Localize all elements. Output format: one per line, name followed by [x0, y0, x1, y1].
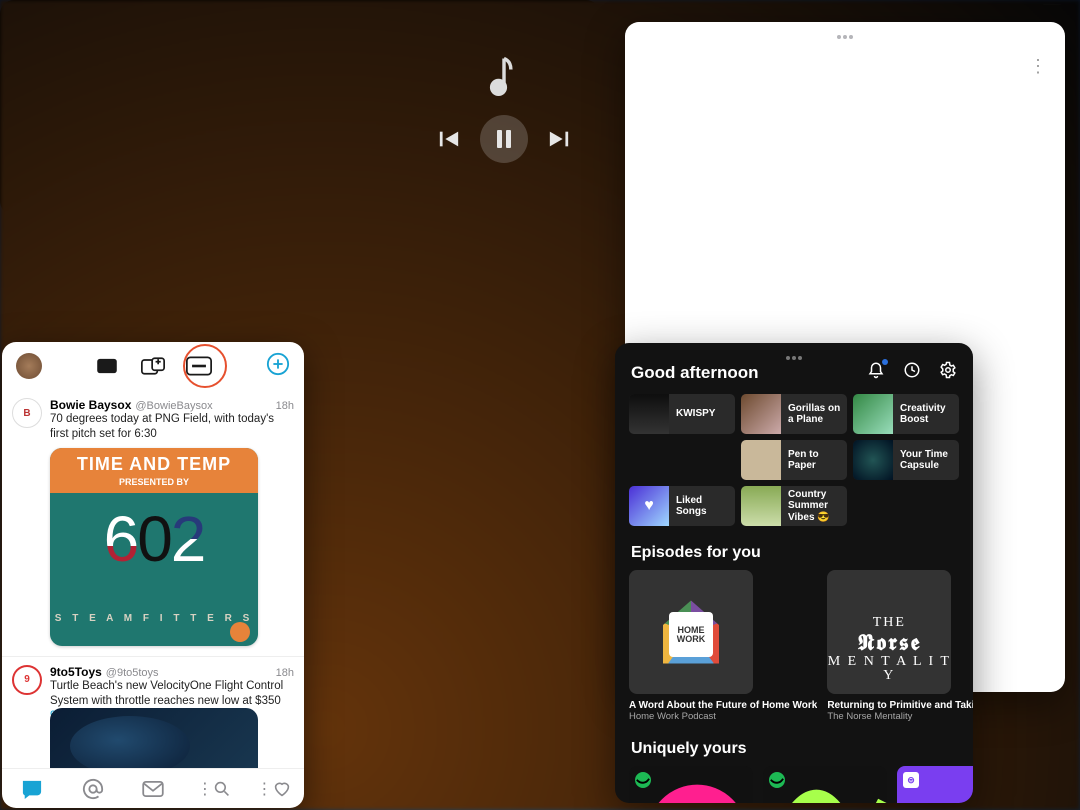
slideover-highlight	[183, 344, 227, 388]
section-uniquely: Uniquely yours	[615, 722, 973, 766]
multitask-dots-icon[interactable]	[785, 349, 803, 363]
tweet-handle[interactable]: @BowieBaysox	[135, 400, 212, 412]
tab-mentions[interactable]	[62, 769, 122, 808]
next-track-icon[interactable]	[548, 128, 570, 150]
tweet-handle[interactable]: @9to5toys	[106, 667, 159, 679]
tweet-media[interactable]	[50, 708, 258, 768]
tweetbot-tabbar: ⋮ ⋮	[2, 768, 304, 808]
episode-card[interactable]: A Word About the Future of Home Work Hom…	[629, 570, 817, 722]
multitask-dots-icon[interactable]	[836, 28, 854, 42]
history-icon[interactable]	[903, 361, 921, 384]
previous-track-icon[interactable]	[438, 128, 460, 150]
play-pause-button[interactable]	[480, 115, 528, 163]
tweet-author[interactable]: 9to5Toys	[50, 665, 102, 679]
music-player-window[interactable]	[0, 0, 600, 215]
music-note-icon	[487, 53, 521, 97]
spotify-window[interactable]: Good afternoon KWISPY Gorillas on a Plan…	[615, 343, 973, 803]
tweet-time: 18h	[276, 667, 294, 679]
tile[interactable]: Pen to Paper	[741, 440, 847, 480]
notifications-icon[interactable]	[867, 361, 885, 384]
tab-messages[interactable]	[123, 769, 183, 808]
tweet-avatar[interactable]: B	[12, 398, 42, 428]
greeting: Good afternoon	[631, 363, 758, 383]
quick-tiles: KWISPY Gorillas on a Plane Creativity Bo…	[615, 394, 973, 526]
settings-icon[interactable]	[939, 361, 957, 384]
card-subtitle: PRESENTED BY	[50, 477, 258, 493]
tile[interactable]: Country Summer Vibes 😎	[741, 486, 847, 526]
tab-timeline[interactable]	[2, 769, 62, 808]
splitview-mode-icon[interactable]	[140, 356, 166, 376]
compose-icon[interactable]	[266, 352, 290, 381]
episode-card[interactable]: THE𝕹𝖔𝖗𝖘𝖊M E N T A L I T Y Returning to P…	[827, 570, 973, 722]
tile[interactable]: Your Time Capsule	[853, 440, 959, 480]
uniquely-card[interactable]	[763, 766, 887, 803]
uniquely-card[interactable]: ⊜the	[897, 766, 973, 803]
section-episodes: Episodes for you	[615, 526, 973, 570]
tab-search[interactable]: ⋮	[183, 769, 243, 808]
tweet-text: 70 degrees today at PNG Field, with toda…	[50, 412, 294, 442]
episode-subtitle: The Norse Mentality	[827, 711, 973, 722]
episode-title: A Word About the Future of Home Work	[629, 700, 817, 711]
card-title: TIME AND TEMP	[50, 448, 258, 477]
profile-avatar[interactable]	[16, 353, 42, 379]
tweet-time: 18h	[276, 400, 294, 412]
tab-likes[interactable]: ⋮	[244, 769, 304, 808]
tile[interactable]: KWISPY	[629, 394, 735, 434]
episode-title: Returning to Primitive and Taking Actio…	[827, 700, 973, 711]
fullscreen-mode-icon[interactable]	[94, 356, 120, 376]
uniquely-row[interactable]: ⊜the	[615, 766, 973, 803]
tile[interactable]: Creativity Boost	[853, 394, 959, 434]
doc-menu-icon[interactable]: ⋮	[1029, 56, 1047, 77]
tweet[interactable]: B Bowie Baysox @BowieBaysox 18h 70 degrees…	[2, 390, 304, 657]
tweetbot-window[interactable]: B Bowie Baysox @BowieBaysox 18h 70 degrees…	[2, 342, 304, 808]
episode-subtitle: Home Work Podcast	[629, 711, 817, 722]
episodes-row[interactable]: A Word About the Future of Home Work Hom…	[615, 570, 973, 722]
tweet-media[interactable]: TIME AND TEMP PRESENTED BY 602 S T E A M…	[50, 448, 258, 646]
tweet-avatar[interactable]: 9	[12, 665, 42, 695]
tweetbot-toolbar	[2, 342, 304, 390]
card-footer: S T E A M F I T T E R S	[50, 613, 258, 624]
tweet-author[interactable]: Bowie Baysox	[50, 398, 131, 412]
uniquely-card[interactable]	[629, 766, 753, 803]
tile[interactable]: ♥Liked Songs	[629, 486, 735, 526]
tile[interactable]: Gorillas on a Plane	[741, 394, 847, 434]
